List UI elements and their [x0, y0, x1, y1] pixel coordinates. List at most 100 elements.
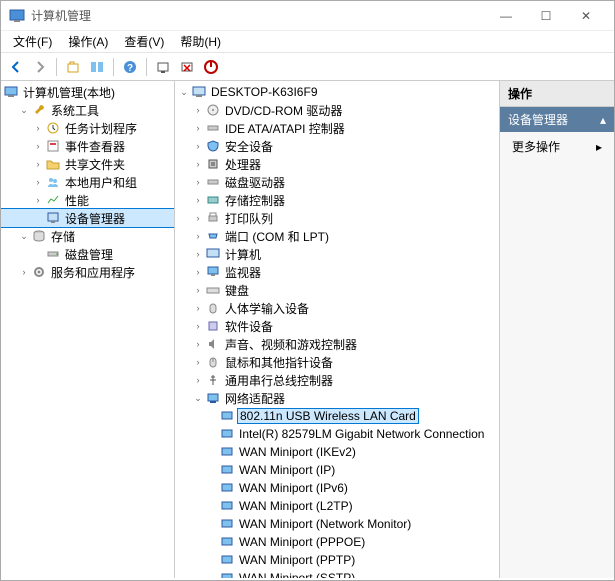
expand-toggle[interactable]: ›: [17, 267, 31, 277]
device-cat-network[interactable]: ⌄网络适配器: [175, 389, 499, 407]
toolbar-forward-button[interactable]: [29, 56, 51, 78]
actions-section[interactable]: 设备管理器 ▴: [500, 107, 614, 132]
tree-storage[interactable]: ⌄ 存储: [1, 227, 174, 245]
collapse-toggle[interactable]: ⌄: [177, 87, 191, 98]
tree-shared-folders[interactable]: › 共享文件夹: [1, 155, 174, 173]
tree-task-scheduler[interactable]: › 任务计划程序: [1, 119, 174, 137]
expand-toggle[interactable]: ›: [191, 141, 205, 151]
collapse-toggle[interactable]: ⌄: [17, 105, 31, 116]
menu-file[interactable]: 文件(F): [5, 31, 60, 52]
device-cat-ide[interactable]: ›IDE ATA/ATAPI 控制器: [175, 119, 499, 137]
expand-toggle[interactable]: ›: [191, 213, 205, 223]
toolbar-show-hide-button[interactable]: [86, 56, 108, 78]
device-cat-dvd[interactable]: ›DVD/CD-ROM 驱动器: [175, 101, 499, 119]
device-cat-security[interactable]: ›安全设备: [175, 137, 499, 155]
adapter-intel[interactable]: Intel(R) 82579LM Gigabit Network Connect…: [175, 425, 499, 443]
device-cat-software[interactable]: ›软件设备: [175, 317, 499, 335]
device-tree-pane[interactable]: ⌄ DESKTOP-K63I6F9 ›DVD/CD-ROM 驱动器 ›IDE A…: [175, 81, 500, 578]
device-cat-ports[interactable]: ›端口 (COM 和 LPT): [175, 227, 499, 245]
tree-event-viewer[interactable]: › 事件查看器: [1, 137, 174, 155]
toolbar-enable-button[interactable]: [200, 56, 222, 78]
expand-toggle[interactable]: ›: [31, 123, 45, 133]
tree-system-tools[interactable]: ⌄ 系统工具: [1, 101, 174, 119]
collapse-toggle[interactable]: ⌄: [191, 393, 205, 404]
device-cat-sound[interactable]: ›声音、视频和游戏控制器: [175, 335, 499, 353]
expand-toggle[interactable]: ›: [191, 231, 205, 241]
device-root[interactable]: ⌄ DESKTOP-K63I6F9: [175, 83, 499, 101]
collapse-toggle[interactable]: ⌄: [17, 231, 31, 242]
expand-toggle[interactable]: ›: [191, 105, 205, 115]
adapter-wan-pptp[interactable]: WAN Miniport (PPTP): [175, 551, 499, 569]
device-label: WAN Miniport (IP): [238, 463, 336, 477]
adapter-wan-ikev2[interactable]: WAN Miniport (IKEv2): [175, 443, 499, 461]
expand-toggle[interactable]: ›: [191, 195, 205, 205]
expand-toggle[interactable]: ›: [31, 177, 45, 187]
device-cat-print-queues[interactable]: ›打印队列: [175, 209, 499, 227]
actions-more[interactable]: 更多操作 ▸: [500, 132, 614, 161]
expand-toggle[interactable]: ›: [31, 195, 45, 205]
tree-device-manager[interactable]: 设备管理器: [1, 209, 174, 227]
menu-view[interactable]: 查看(V): [116, 31, 172, 52]
actions-more-label: 更多操作: [512, 138, 560, 155]
device-cat-usb[interactable]: ›通用串行总线控制器: [175, 371, 499, 389]
expand-toggle[interactable]: ›: [191, 303, 205, 313]
expand-toggle[interactable]: ›: [191, 375, 205, 385]
toolbar-uninstall-button[interactable]: [176, 56, 198, 78]
device-label: WAN Miniport (SSTP): [238, 571, 356, 578]
adapter-wan-mon[interactable]: WAN Miniport (Network Monitor): [175, 515, 499, 533]
adapter-wan-ip[interactable]: WAN Miniport (IP): [175, 461, 499, 479]
expand-toggle[interactable]: ›: [191, 267, 205, 277]
expand-toggle[interactable]: ›: [191, 285, 205, 295]
device-label: WAN Miniport (IKEv2): [238, 445, 357, 459]
minimize-button[interactable]: —: [486, 2, 526, 30]
expand-toggle[interactable]: ›: [31, 159, 45, 169]
device-cat-keyboards[interactable]: › 键盘: [175, 281, 499, 299]
toolbar-back-button[interactable]: [5, 56, 27, 78]
expand-toggle[interactable]: ›: [191, 177, 205, 187]
network-adapter-icon: [219, 426, 235, 442]
adapter-wan-pppoe[interactable]: WAN Miniport (PPPOE): [175, 533, 499, 551]
toolbar-up-button[interactable]: [62, 56, 84, 78]
actions-header: 操作: [500, 81, 614, 107]
tree-performance[interactable]: › 性能: [1, 191, 174, 209]
users-icon: [45, 174, 61, 190]
tree-label: 计算机管理(本地): [22, 84, 116, 101]
expand-toggle[interactable]: ›: [31, 141, 45, 151]
device-label: WAN Miniport (PPPOE): [238, 535, 366, 549]
device-cat-monitors[interactable]: ›监视器: [175, 263, 499, 281]
tree-local-users[interactable]: › 本地用户和组: [1, 173, 174, 191]
device-cat-disk-drives[interactable]: ›磁盘驱动器: [175, 173, 499, 191]
expand-toggle[interactable]: ›: [191, 159, 205, 169]
close-button[interactable]: ✕: [566, 2, 606, 30]
network-adapter-icon: [219, 570, 235, 578]
expand-toggle[interactable]: ›: [191, 321, 205, 331]
expand-toggle[interactable]: ›: [191, 357, 205, 367]
menu-action[interactable]: 操作(A): [60, 31, 116, 52]
left-tree-pane[interactable]: 计算机管理(本地) ⌄ 系统工具 › 任务计划程序 › 事件查看器 › 共享文件…: [1, 81, 175, 578]
toolbar-help-button[interactable]: ?: [119, 56, 141, 78]
device-cat-processors[interactable]: ›处理器: [175, 155, 499, 173]
expand-toggle[interactable]: ›: [191, 249, 205, 259]
adapter-wan-l2tp[interactable]: WAN Miniport (L2TP): [175, 497, 499, 515]
tree-label: 磁盘管理: [64, 246, 114, 263]
device-cat-hid[interactable]: ›人体学输入设备: [175, 299, 499, 317]
device-cat-mice[interactable]: ›鼠标和其他指针设备: [175, 353, 499, 371]
maximize-button[interactable]: ☐: [526, 2, 566, 30]
menu-help[interactable]: 帮助(H): [172, 31, 229, 52]
expand-toggle[interactable]: ›: [191, 123, 205, 133]
tree-disk-management[interactable]: 磁盘管理: [1, 245, 174, 263]
adapter-80211n[interactable]: 802.11n USB Wireless LAN Card: [175, 407, 499, 425]
toolbar-separator: [113, 58, 114, 76]
tree-root-computer-management[interactable]: 计算机管理(本地): [1, 83, 174, 101]
device-label: 键盘: [224, 282, 250, 299]
device-cat-storage-ctrl[interactable]: ›存储控制器: [175, 191, 499, 209]
expand-toggle[interactable]: ›: [191, 339, 205, 349]
adapter-wan-sstp[interactable]: WAN Miniport (SSTP): [175, 569, 499, 578]
adapter-wan-ipv6[interactable]: WAN Miniport (IPv6): [175, 479, 499, 497]
device-manager-icon: [45, 210, 61, 226]
device-cat-computers[interactable]: ›计算机: [175, 245, 499, 263]
toolbar-scan-button[interactable]: [152, 56, 174, 78]
actions-section-label: 设备管理器: [508, 111, 568, 128]
tree-services-apps[interactable]: › 服务和应用程序: [1, 263, 174, 281]
network-adapter-icon: [219, 516, 235, 532]
